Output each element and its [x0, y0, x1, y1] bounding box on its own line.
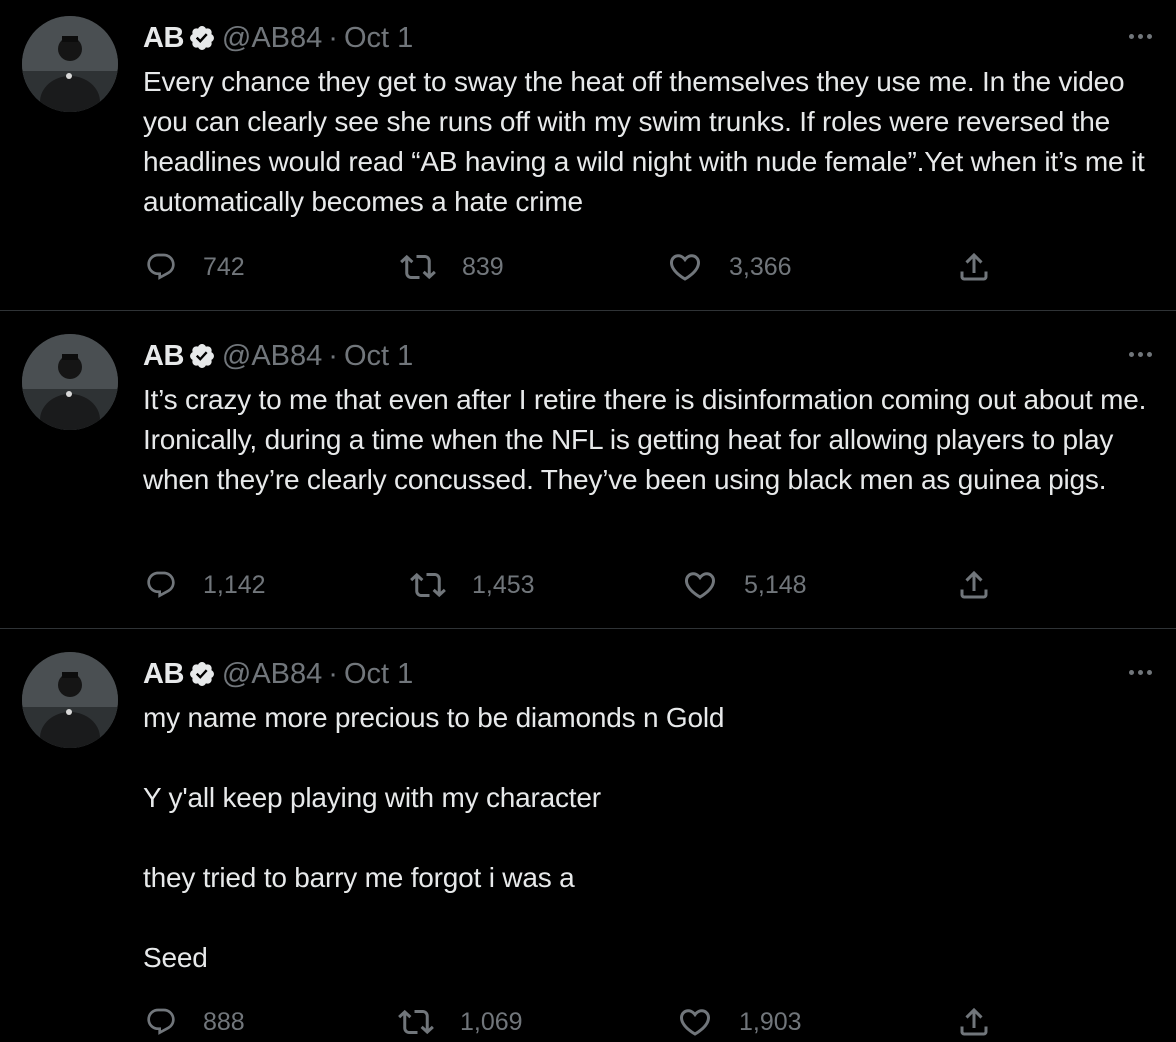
tweet[interactable]: AB @AB84 · Oct 1 It’s crazy to me that e…: [0, 311, 1176, 627]
separator-dot: ·: [328, 21, 338, 54]
like-button[interactable]: 5,148: [682, 565, 807, 605]
like-button[interactable]: 3,366: [667, 247, 792, 287]
display-name[interactable]: AB: [143, 22, 184, 55]
more-icon[interactable]: [1120, 26, 1160, 46]
reply-icon: [147, 571, 175, 598]
verified-badge-icon: [188, 660, 216, 688]
separator-dot: ·: [328, 657, 338, 690]
share-button[interactable]: [956, 565, 992, 605]
reply-icon: [147, 253, 175, 280]
separator-dot: ·: [328, 339, 338, 372]
retweet-button[interactable]: 1,453: [410, 565, 535, 605]
more-icon[interactable]: [1120, 662, 1160, 682]
retweet-button[interactable]: 839: [400, 247, 504, 287]
user-handle[interactable]: @AB84: [222, 658, 322, 691]
like-count: 1,903: [739, 1007, 802, 1036]
share-button[interactable]: [956, 1002, 992, 1042]
tweet[interactable]: AB @AB84 · Oct 1 my name more precious t…: [0, 629, 1176, 1040]
like-count: 5,148: [744, 570, 807, 599]
retweet-count: 1,453: [472, 570, 535, 599]
display-name[interactable]: AB: [143, 658, 184, 691]
reply-button[interactable]: 888: [145, 1002, 245, 1042]
share-icon: [960, 252, 988, 281]
avatar[interactable]: [22, 334, 118, 430]
verified-badge-icon: [188, 24, 216, 52]
heart-icon: [684, 572, 716, 599]
retweet-count: 1,069: [460, 1007, 523, 1036]
tweet-text: my name more precious to be diamonds n G…: [143, 702, 725, 973]
tweet-date[interactable]: Oct 1: [344, 340, 413, 373]
reply-button[interactable]: 742: [145, 247, 245, 287]
tweet[interactable]: AB @AB84 · Oct 1 Every chance they get t…: [0, 0, 1176, 310]
reply-count: 1,142: [203, 570, 266, 599]
share-icon: [960, 1007, 988, 1036]
retweet-icon: [398, 1009, 434, 1035]
like-count: 3,366: [729, 252, 792, 281]
like-button[interactable]: 1,903: [677, 1002, 802, 1042]
reply-count: 888: [203, 1007, 245, 1036]
share-icon: [960, 570, 988, 599]
user-handle[interactable]: @AB84: [222, 340, 322, 373]
profile-photo: [22, 334, 118, 430]
retweet-count: 839: [462, 252, 504, 281]
tweet-header: AB @AB84 · Oct 1: [143, 18, 413, 58]
share-button[interactable]: [956, 247, 992, 287]
user-handle[interactable]: @AB84: [222, 22, 322, 55]
reply-count: 742: [203, 252, 245, 281]
reply-icon: [147, 1008, 175, 1035]
tweet-text: It’s crazy to me that even after I retir…: [143, 384, 1147, 495]
tweet-header: AB @AB84 · Oct 1: [143, 336, 413, 376]
profile-photo: [22, 16, 118, 112]
retweet-icon: [410, 572, 446, 598]
display-name[interactable]: AB: [143, 340, 184, 373]
tweet-date[interactable]: Oct 1: [344, 658, 413, 691]
heart-icon: [679, 1009, 711, 1036]
tweet-actions: 1,142 1,453 5,148: [0, 565, 1176, 605]
avatar[interactable]: [22, 652, 118, 748]
reply-button[interactable]: 1,142: [145, 565, 266, 605]
retweet-icon: [400, 254, 436, 280]
more-icon[interactable]: [1120, 344, 1160, 364]
tweet-header: AB @AB84 · Oct 1: [143, 654, 413, 694]
avatar[interactable]: [22, 16, 118, 112]
tweet-text: Every chance they get to sway the heat o…: [143, 66, 1145, 217]
tweet-actions: 888 1,069 1,903: [0, 1002, 1176, 1042]
heart-icon: [669, 254, 701, 281]
profile-photo: [22, 652, 118, 748]
retweet-button[interactable]: 1,069: [398, 1002, 523, 1042]
tweet-actions: 742 839 3,366: [0, 247, 1176, 287]
verified-badge-icon: [188, 342, 216, 370]
tweet-date[interactable]: Oct 1: [344, 22, 413, 55]
